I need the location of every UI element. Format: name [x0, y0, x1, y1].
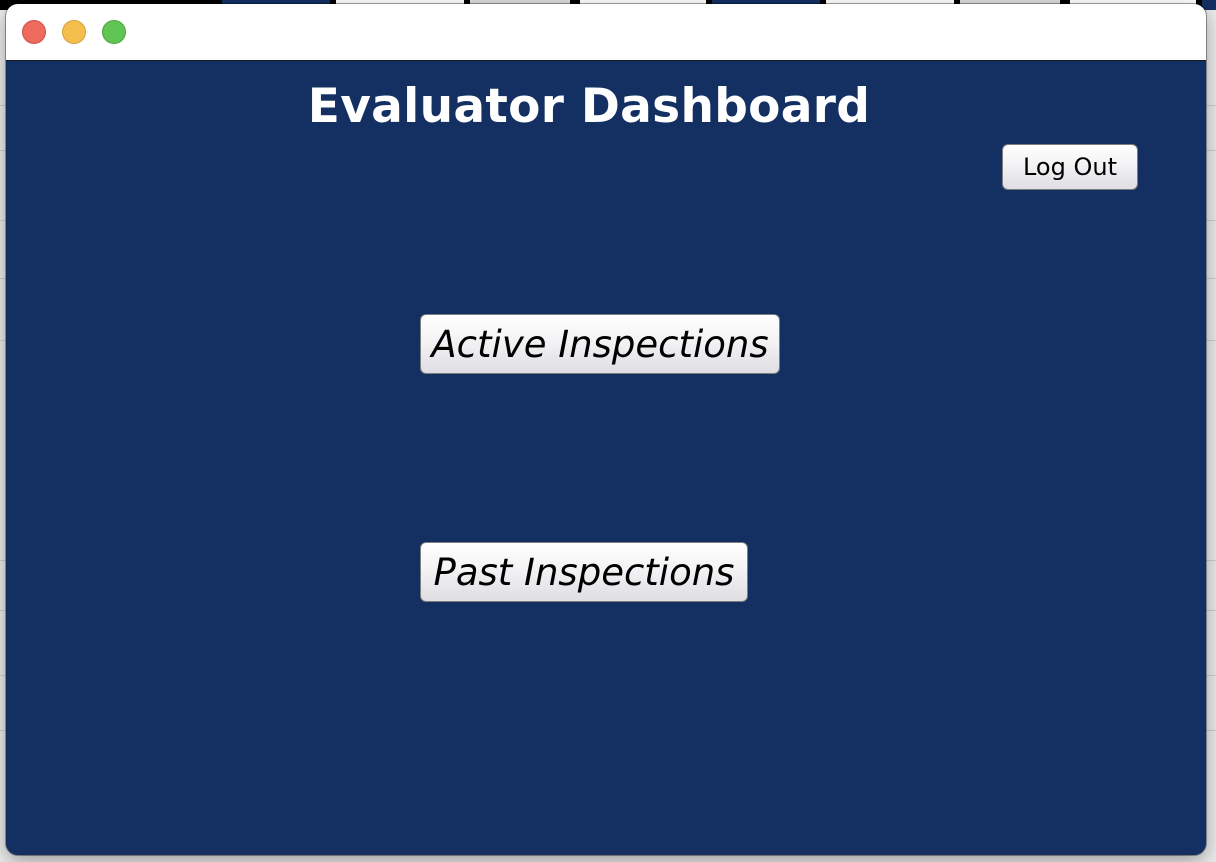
- past-inspections-button[interactable]: Past Inspections: [420, 542, 748, 602]
- log-out-button[interactable]: Log Out: [1002, 144, 1138, 190]
- active-inspections-button[interactable]: Active Inspections: [420, 314, 780, 374]
- minimize-window-button[interactable]: [62, 20, 86, 44]
- window-titlebar[interactable]: [6, 4, 1206, 61]
- page-title: Evaluator Dashboard: [307, 79, 871, 134]
- dashboard-panel: Evaluator Dashboard Log Out Active Inspe…: [6, 61, 1206, 855]
- zoom-window-button[interactable]: [102, 20, 126, 44]
- app-window: Evaluator Dashboard Log Out Active Inspe…: [6, 4, 1206, 855]
- close-window-button[interactable]: [22, 20, 46, 44]
